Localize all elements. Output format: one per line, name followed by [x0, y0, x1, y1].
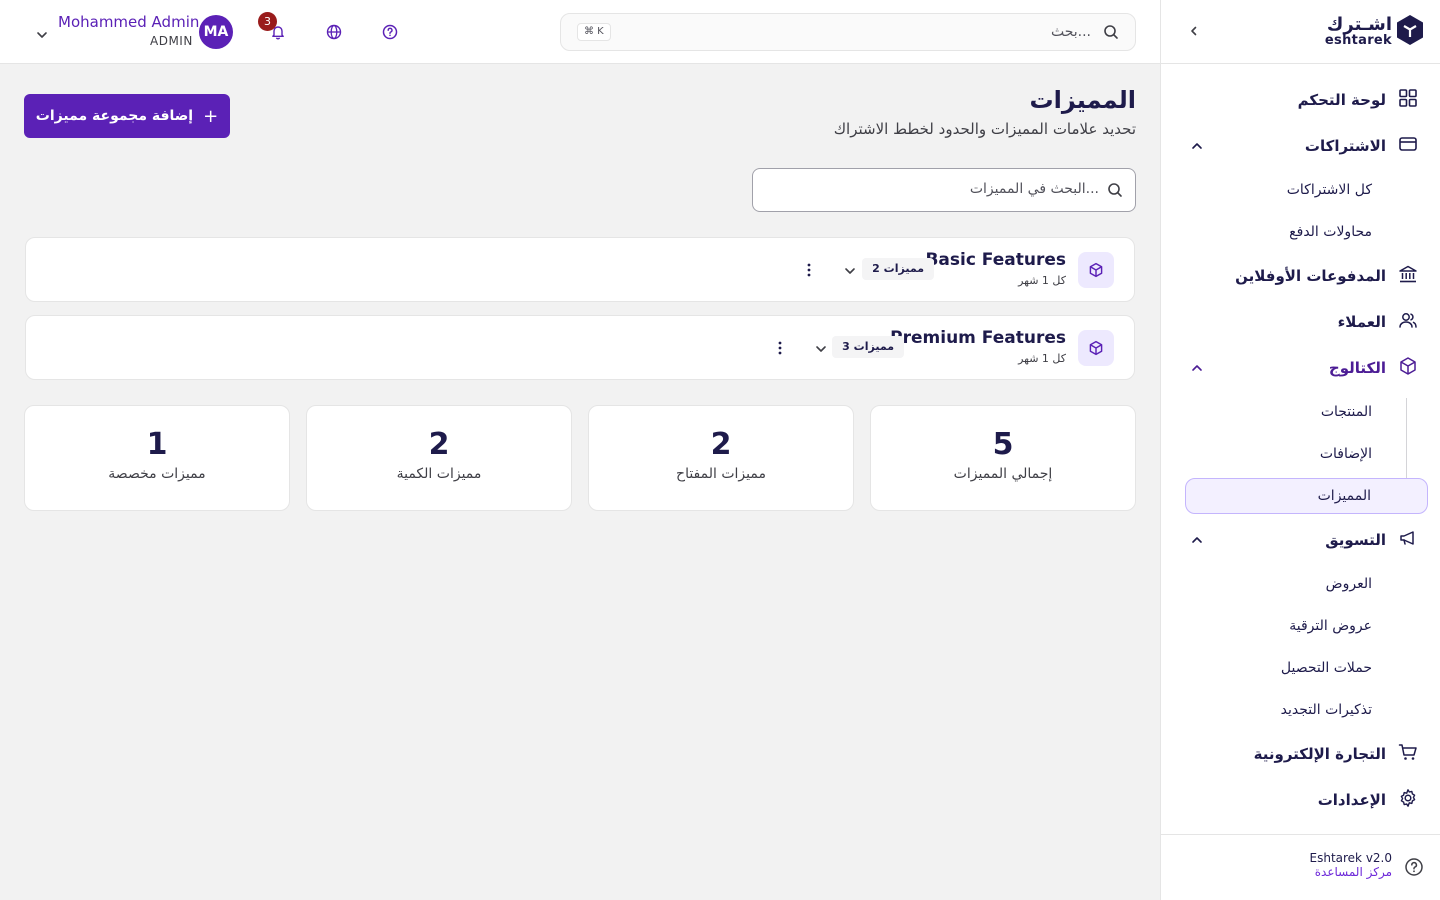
feature-group-name: Basic Features	[925, 250, 1066, 270]
features-search-placeholder: البحث في المميزات...	[969, 181, 1099, 197]
sidebar-item-subscriptions[interactable]: الاشتراكات	[1182, 126, 1418, 166]
stat-label: مميزات الكمية	[396, 466, 482, 482]
brand-name-ar: اشـترك	[1326, 14, 1392, 35]
sidebar-item-label: الكتالوج	[1328, 359, 1386, 377]
search-placeholder: بحث...	[1050, 24, 1091, 40]
feature-group-period: كل 1 شهر	[1018, 274, 1066, 287]
stat-label: مميزات المفتاح	[676, 466, 766, 482]
page-subtitle: تحديد علامات المميزات والحدود لخطط الاشت…	[833, 120, 1136, 138]
globe-icon[interactable]	[324, 22, 344, 42]
sidebar-footer: Eshtarek v2.0 مركز المساعدة	[1160, 834, 1440, 900]
help-icon[interactable]	[380, 22, 400, 42]
more-options-icon[interactable]	[777, 340, 783, 360]
sidebar-subitem-addons[interactable]: الإضافات	[1320, 436, 1372, 472]
sidebar-item-label: المدفوعات الأوفلاين	[1235, 267, 1386, 285]
sidebar-subitem-products[interactable]: المنتجات	[1321, 394, 1372, 430]
feature-count-badge: 3 مميزات	[832, 336, 904, 358]
user-role: ADMIN	[150, 34, 193, 48]
help-icon[interactable]	[1404, 857, 1424, 881]
collapse-sidebar-icon[interactable]	[1185, 22, 1203, 40]
gear-icon	[1398, 788, 1418, 812]
chevron-up-icon[interactable]	[1190, 360, 1204, 379]
add-feature-group-button[interactable]: + إضافة مجموعة مميزات	[24, 94, 230, 138]
stat-value: 2	[428, 427, 450, 462]
chevron-up-icon[interactable]	[1190, 138, 1204, 157]
brand-mark-icon	[1396, 14, 1424, 50]
feature-count-badge: 2 مميزات	[862, 258, 934, 280]
sidebar-item-label: العملاء	[1337, 313, 1386, 331]
chevron-down-icon[interactable]	[36, 26, 48, 45]
sidebar-item-label: الإعدادات	[1317, 791, 1386, 809]
sidebar-subitem-collection-campaigns[interactable]: حملات التحصيل	[1281, 650, 1372, 686]
sidebar-subitem-renewal-reminders[interactable]: تذكيرات التجديد	[1281, 692, 1372, 728]
megaphone-icon	[1398, 528, 1418, 552]
global-search-input[interactable]: بحث... ⌘ K	[560, 13, 1136, 51]
sidebar-item-label: التسويق	[1325, 531, 1386, 549]
chevron-down-icon[interactable]	[814, 341, 828, 360]
sidebar-item-dashboard[interactable]: لوحة التحكم	[1182, 80, 1418, 120]
stat-card-total-features: 5 إجمالي المميزات	[870, 405, 1136, 511]
brand-logo[interactable]: اشـترك eshtarek	[1325, 14, 1424, 50]
sidebar-item-offline-payments[interactable]: المدفوعات الأوفلاين	[1182, 256, 1418, 296]
sidebar-subitem-all-subscriptions[interactable]: كل الاشتراكات	[1287, 172, 1372, 208]
package-icon	[1398, 356, 1418, 380]
user-name[interactable]: Mohammed Admin	[58, 13, 199, 31]
features-search-input[interactable]: البحث في المميزات...	[752, 168, 1136, 212]
package-icon	[1078, 330, 1114, 366]
sidebar-subitem-payment-attempts[interactable]: محاولات الدفع	[1289, 214, 1372, 250]
sidebar-item-ecommerce[interactable]: التجارة الإلكترونية	[1182, 734, 1418, 774]
notification-badge: 3	[258, 12, 277, 31]
sidebar-subitem-features[interactable]: المميزات	[1185, 478, 1428, 514]
stat-card-toggle-features: 2 مميزات المفتاح	[588, 405, 854, 511]
add-feature-group-label: إضافة مجموعة مميزات	[35, 108, 194, 124]
stat-label: إجمالي المميزات	[953, 466, 1053, 482]
sidebar-item-marketing[interactable]: التسويق	[1182, 520, 1418, 560]
cart-icon	[1398, 742, 1418, 766]
search-icon	[1107, 182, 1123, 202]
sidebar: اشـترك eshtarek لوحة التحكم الاشتراكات ك…	[1160, 0, 1440, 900]
sidebar-item-settings[interactable]: الإعدادات	[1182, 780, 1418, 820]
more-options-icon[interactable]	[806, 262, 812, 282]
sidebar-subitem-offers[interactable]: العروض	[1326, 566, 1372, 602]
dashboard-icon	[1398, 88, 1418, 112]
sidebar-header: اشـترك eshtarek	[1161, 0, 1440, 64]
brand-name-en: eshtarek	[1324, 33, 1392, 48]
sidebar-item-catalog[interactable]: الكتالوج	[1182, 348, 1418, 388]
bank-icon	[1398, 264, 1418, 288]
chevron-down-icon[interactable]	[843, 263, 857, 282]
stat-card-quantity-features: 2 مميزات الكمية	[306, 405, 572, 511]
feature-group-card[interactable]: Premium Features كل 1 شهر 3 مميزات	[25, 315, 1135, 380]
feature-group-card[interactable]: Basic Features كل 1 شهر 2 مميزات	[25, 237, 1135, 302]
topbar: بحث... ⌘ K 3 MA Mohammed Admin ADMIN	[0, 0, 1160, 64]
chevron-up-icon[interactable]	[1190, 532, 1204, 551]
stat-value: 1	[146, 427, 168, 462]
sidebar-item-label: لوحة التحكم	[1297, 91, 1386, 109]
sidebar-subitem-upgrade-offers[interactable]: عروض الترقية	[1289, 608, 1372, 644]
avatar[interactable]: MA	[199, 15, 233, 49]
help-center-link[interactable]: مركز المساعدة	[1310, 865, 1392, 879]
search-icon	[1103, 24, 1119, 44]
shortcut-hint: ⌘ K	[577, 23, 611, 41]
page-title: المميزات	[1029, 86, 1137, 114]
stat-value: 2	[710, 427, 732, 462]
users-icon	[1398, 310, 1418, 334]
feature-group-period: كل 1 شهر	[1018, 352, 1066, 365]
sidebar-item-customers[interactable]: العملاء	[1182, 302, 1418, 342]
feature-group-name: Premium Features	[890, 328, 1066, 348]
app-version: Eshtarek v2.0	[1309, 851, 1393, 865]
package-icon	[1078, 252, 1114, 288]
plus-icon: +	[203, 105, 219, 127]
credit-card-icon	[1398, 134, 1418, 158]
stat-label: مميزات مخصصة	[108, 466, 206, 482]
sidebar-item-label: التجارة الإلكترونية	[1253, 745, 1386, 763]
stat-value: 5	[992, 427, 1014, 462]
stat-card-custom-features: 1 مميزات مخصصة	[24, 405, 290, 511]
sidebar-item-label: الاشتراكات	[1304, 137, 1386, 155]
